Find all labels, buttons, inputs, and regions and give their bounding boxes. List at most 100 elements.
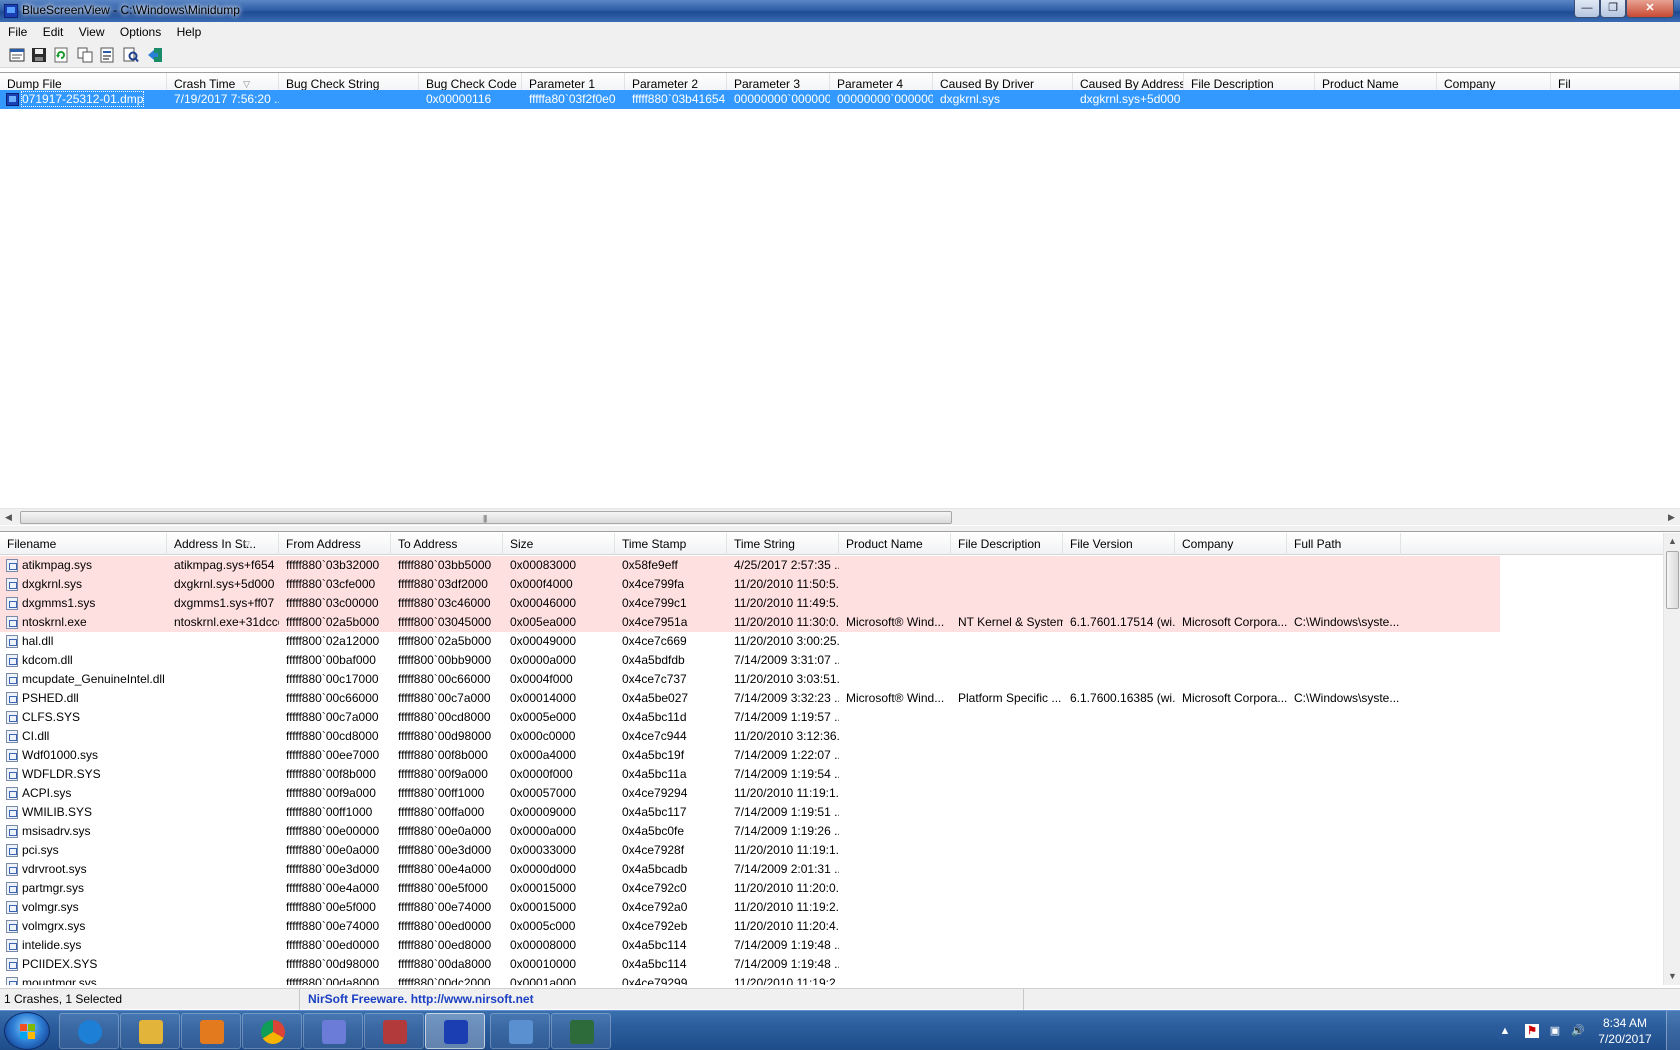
taskbar-system-tool-button[interactable]: [551, 1013, 611, 1049]
status-bar: 1 Crashes, 1 Selected NirSoft Freeware. …: [0, 988, 1680, 1010]
html-report-icon: [9, 48, 25, 62]
volume-icon[interactable]: 🔊: [1571, 1024, 1585, 1038]
minimize-button[interactable]: —: [1574, 0, 1600, 18]
driver-row[interactable]: msisadrv.sys fffff880`00e00000 fffff880`00…: [0, 822, 1500, 841]
find-button[interactable]: [122, 46, 140, 64]
driver-list[interactable]: Filename Address In St... ▽ From Address To …: [0, 533, 1680, 985]
scroll-left-icon[interactable]: ◀: [0, 509, 17, 526]
driver-header-full-path[interactable]: Full Path: [1287, 533, 1401, 555]
driver-row[interactable]: partmgr.sys fffff880`00e4a000 fffff880`00e…: [0, 879, 1500, 898]
menu-file[interactable]: File: [0, 22, 33, 42]
close-button[interactable]: ✕: [1626, 0, 1674, 18]
driver-cell-text: fffff880`00e74000: [286, 919, 380, 933]
show-hidden-icons-icon[interactable]: ▲: [1498, 1024, 1512, 1038]
driver-row[interactable]: mcupdate_GenuineIntel.dll fffff880`00c170…: [0, 670, 1500, 689]
taskbar-control-panel-button[interactable]: [490, 1013, 550, 1049]
scroll-down-icon[interactable]: ▼: [1664, 968, 1680, 985]
driver-header-filename[interactable]: Filename: [0, 533, 167, 555]
pane-splitter[interactable]: [0, 526, 1680, 532]
driver-row[interactable]: atikmpag.sys atikmpag.sys+f654 fffff880`03…: [0, 556, 1500, 575]
driver-cell-7: [839, 632, 951, 651]
save-button[interactable]: [30, 46, 48, 64]
vertical-scrollbar[interactable]: ▲ ▼: [1663, 533, 1680, 985]
driver-header-file-description[interactable]: File Description: [951, 533, 1063, 555]
exit-button[interactable]: [146, 46, 164, 64]
horizontal-scroll-thumb[interactable]: |||: [20, 511, 952, 524]
driver-row[interactable]: CLFS.SYS fffff880`00c7a000 fffff880`00cd80…: [0, 708, 1500, 727]
driver-row[interactable]: PSHED.dll fffff880`00c66000 fffff880`00c7a…: [0, 689, 1500, 708]
network-icon[interactable]: ▣: [1548, 1024, 1562, 1038]
menu-options[interactable]: Options: [114, 22, 167, 42]
properties-button[interactable]: [98, 46, 116, 64]
horizontal-scrollbar[interactable]: ◀ ||| ▶: [0, 508, 1680, 525]
driver-cell-3: fffff880`00f8b000: [391, 746, 503, 765]
driver-row[interactable]: ACPI.sys fffff880`00f9a000 fffff880`00ff10…: [0, 784, 1500, 803]
driver-header-file-version[interactable]: File Version: [1063, 533, 1175, 555]
driver-header-address-in-st[interactable]: Address In St... ▽: [167, 533, 279, 555]
driver-row[interactable]: mountmgr.sys fffff880`00da8000 fffff880`00…: [0, 974, 1500, 985]
taskbar-internet-explorer-button[interactable]: [59, 1013, 119, 1049]
driver-cell-1: [167, 860, 279, 879]
action-center-flag-icon[interactable]: ⚑: [1525, 1024, 1539, 1038]
restore-button[interactable]: ❐: [1600, 0, 1626, 18]
taskbar-windows-explorer-button[interactable]: [120, 1013, 180, 1049]
driver-cell-text: dxgkrnl.sys+5d000: [174, 577, 275, 591]
start-button[interactable]: [4, 1012, 50, 1050]
driver-cell-3: fffff880`00d98000: [391, 727, 503, 746]
driver-header-to-address[interactable]: To Address: [391, 533, 503, 555]
scroll-up-icon[interactable]: ▲: [1664, 533, 1680, 550]
driver-cell-text: 7/14/2009 1:19:48 ...: [734, 938, 839, 952]
menu-view[interactable]: View: [73, 22, 111, 42]
driver-row[interactable]: ntoskrnl.exe ntoskrnl.exe+31dcce fffff800`…: [0, 613, 1500, 632]
menu-edit[interactable]: Edit: [37, 22, 70, 42]
driver-header-from-address[interactable]: From Address: [279, 533, 391, 555]
driver-cell-text: 7/14/2009 1:19:26 ...: [734, 824, 839, 838]
html-report-button[interactable]: [8, 46, 26, 64]
driver-row[interactable]: PCIIDEX.SYS fffff880`00d98000 fffff880`00d…: [0, 955, 1500, 974]
driver-row[interactable]: CI.dll fffff880`00cd8000 fffff880`00d98000…: [0, 727, 1500, 746]
driver-cell-0: WDFLDR.SYS: [0, 765, 167, 784]
driver-cell-text: 0x4ce79299: [622, 976, 688, 985]
driver-row[interactable]: intelide.sys fffff880`00ed0000 fffff880`00…: [0, 936, 1500, 955]
driver-header-time-string[interactable]: Time String: [727, 533, 839, 555]
driver-cell-9: [1063, 879, 1175, 898]
dump-row[interactable]: 071917-25312-01.dmp 7/19/2017 7:56:20 ...…: [0, 90, 1680, 109]
taskbar-chrome-button[interactable]: [242, 1013, 302, 1049]
taskbar-bluescreenview-button[interactable]: [425, 1013, 485, 1049]
driver-row[interactable]: volmgrx.sys fffff880`00e74000 fffff880`00e…: [0, 917, 1500, 936]
refresh-button[interactable]: [52, 46, 70, 64]
scroll-right-icon[interactable]: ▶: [1663, 509, 1680, 526]
bluescreenview-app-icon[interactable]: [4, 4, 18, 18]
taskbar-winrar-button[interactable]: [364, 1013, 424, 1049]
driver-row[interactable]: WDFLDR.SYS fffff880`00f8b000 fffff880`00f9…: [0, 765, 1500, 784]
driver-header-product-name[interactable]: Product Name: [839, 533, 951, 555]
vertical-scroll-thumb[interactable]: [1666, 551, 1679, 609]
bluescreenview-icon: [444, 1020, 468, 1044]
driver-row[interactable]: vdrvroot.sys fffff880`00e3d000 fffff880`00…: [0, 860, 1500, 879]
taskbar-discord-button[interactable]: [303, 1013, 363, 1049]
driver-cell-2: fffff880`00c17000: [279, 670, 391, 689]
driver-cell-text: fffff880`00c7a000: [398, 691, 491, 705]
taskbar-media-player-button[interactable]: [181, 1013, 241, 1049]
driver-cell-8: [951, 575, 1063, 594]
properties-icon: [100, 47, 114, 63]
driver-row[interactable]: WMILIB.SYS fffff880`00ff1000 fffff880`00ff…: [0, 803, 1500, 822]
driver-row[interactable]: pci.sys fffff880`00e0a000 fffff880`00e3d00…: [0, 841, 1500, 860]
driver-row[interactable]: kdcom.dll fffff800`00baf000 fffff800`00bb9…: [0, 651, 1500, 670]
driver-header-company[interactable]: Company: [1175, 533, 1287, 555]
show-desktop-button[interactable]: [1666, 1011, 1680, 1050]
driver-row[interactable]: Wdf01000.sys fffff880`00ee7000 fffff880`00…: [0, 746, 1500, 765]
driver-row[interactable]: dxgmms1.sys dxgmms1.sys+ff07 fffff880`03c0…: [0, 594, 1500, 613]
driver-row[interactable]: dxgkrnl.sys dxgkrnl.sys+5d000 fffff880`03c…: [0, 575, 1500, 594]
driver-header-size[interactable]: Size: [503, 533, 615, 555]
clock[interactable]: 8:34 AM 7/20/2017: [1590, 1015, 1660, 1047]
driver-header-time-stamp[interactable]: Time Stamp: [615, 533, 727, 555]
driver-cell-3: fffff880`00ed8000: [391, 936, 503, 955]
menu-help[interactable]: Help: [171, 22, 208, 42]
copy-button[interactable]: [76, 46, 94, 64]
driver-row[interactable]: volmgr.sys fffff880`00e5f000 fffff880`00e7…: [0, 898, 1500, 917]
driver-row[interactable]: hal.dll fffff800`02a12000 fffff800`02a5b00…: [0, 632, 1500, 651]
dump-file-list[interactable]: Dump File Crash Time ▽ Bug Check String Bug …: [0, 72, 1680, 526]
nirsoft-link[interactable]: NirSoft Freeware. http://www.nirsoft.net: [302, 989, 1024, 1010]
driver-cell-text: 0x4ce7c669: [622, 634, 687, 648]
